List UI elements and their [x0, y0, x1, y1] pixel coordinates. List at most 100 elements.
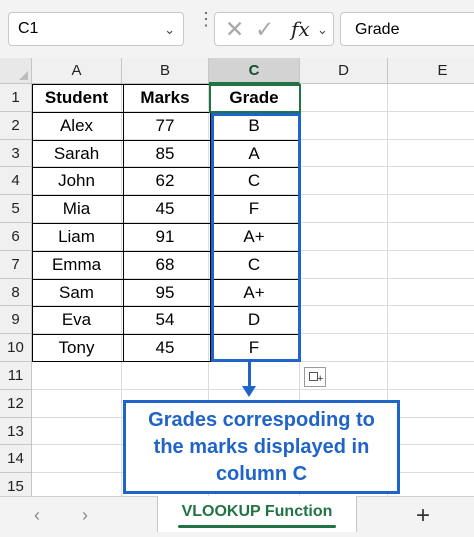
row-header-15[interactable]: 15 [0, 473, 32, 498]
row-header-13[interactable]: 13 [0, 417, 32, 446]
row-header-12[interactable]: 12 [0, 389, 32, 418]
chevron-left-icon[interactable]: ‹ [34, 505, 40, 526]
cell-d10[interactable] [300, 334, 388, 362]
row-header-10[interactable]: 10 [0, 334, 32, 362]
cell-b8[interactable]: 95 [122, 278, 209, 307]
cell-d2[interactable] [300, 111, 388, 140]
cell-a13[interactable] [32, 417, 122, 446]
cell-a1[interactable]: Student [32, 84, 122, 112]
cell-c7[interactable]: C [209, 250, 300, 279]
row-header-8[interactable]: 8 [0, 278, 32, 307]
row-header-9[interactable]: 9 [0, 306, 32, 335]
row-header-6[interactable]: 6 [0, 223, 32, 251]
name-box[interactable]: C1 ⌄ [8, 12, 184, 46]
cell-d7[interactable] [300, 250, 388, 279]
cell-c4[interactable]: C [209, 167, 300, 196]
insert-function-icon[interactable]: fx [291, 17, 310, 41]
cell-e1[interactable] [388, 84, 474, 112]
row-header-7[interactable]: 7 [0, 250, 32, 279]
column-header-e[interactable]: E [388, 58, 474, 84]
cell-a3[interactable]: Sarah [32, 139, 122, 168]
cell-e7[interactable] [388, 250, 474, 279]
row-header-14[interactable]: 14 [0, 445, 32, 474]
chevron-down-icon[interactable]: ⌄ [317, 22, 328, 38]
select-all-triangle-icon [19, 71, 28, 80]
cell-a4[interactable]: John [32, 167, 122, 196]
cell-b2[interactable]: 77 [122, 111, 209, 140]
cell-b6[interactable]: 91 [122, 223, 209, 251]
cell-e8[interactable] [388, 278, 474, 307]
cell-c3[interactable]: A [209, 139, 300, 168]
name-box-value: C1 [18, 20, 39, 37]
cell-e10[interactable] [388, 334, 474, 362]
cell-e11[interactable] [388, 362, 474, 390]
cell-e2[interactable] [388, 111, 474, 140]
cell-b9[interactable]: 54 [122, 306, 209, 335]
cell-a15[interactable] [32, 473, 122, 498]
cell-a8[interactable]: Sam [32, 278, 122, 307]
cell-c9[interactable]: D [209, 306, 300, 335]
cell-a12[interactable] [32, 389, 122, 418]
row-header-3[interactable]: 3 [0, 139, 32, 168]
row-header-11[interactable]: 11 [0, 362, 32, 390]
cell-d8[interactable] [300, 278, 388, 307]
cell-a14[interactable] [32, 445, 122, 474]
cell-e4[interactable] [388, 167, 474, 196]
formula-input[interactable]: Grade [340, 12, 474, 46]
enter-check-icon[interactable]: ✓ [255, 16, 274, 43]
cell-a2[interactable]: Alex [32, 111, 122, 140]
cell-b7[interactable]: 68 [122, 250, 209, 279]
cell-e15[interactable] [388, 473, 474, 498]
cancel-icon[interactable]: ✕ [225, 16, 244, 43]
column-header-b[interactable]: B [122, 58, 209, 84]
cell-e9[interactable] [388, 306, 474, 335]
cell-d5[interactable] [300, 195, 388, 223]
column-header-a[interactable]: A [32, 58, 122, 84]
cell-e3[interactable] [388, 139, 474, 168]
cell-a11[interactable] [32, 362, 122, 390]
cell-b11[interactable] [122, 362, 209, 390]
cell-e14[interactable] [388, 445, 474, 474]
cell-d9[interactable] [300, 306, 388, 335]
column-header-c[interactable]: C [209, 58, 300, 84]
cell-b4[interactable]: 62 [122, 167, 209, 196]
cell-b1[interactable]: Marks [122, 84, 209, 112]
cell-b3[interactable]: 85 [122, 139, 209, 168]
cell-b5[interactable]: 45 [122, 195, 209, 223]
row-header-2[interactable]: 2 [0, 111, 32, 140]
column-header-d[interactable]: D [300, 58, 388, 84]
sheet-tab-label: VLOOKUP Function [181, 503, 333, 520]
cell-c10[interactable]: F [209, 334, 300, 362]
cell-a6[interactable]: Liam [32, 223, 122, 251]
more-options-icon[interactable]: ⋮ [197, 10, 215, 28]
cell-d6[interactable] [300, 223, 388, 251]
cell-e6[interactable] [388, 223, 474, 251]
row-header-5[interactable]: 5 [0, 195, 32, 223]
cell-c1[interactable]: Grade [209, 84, 300, 112]
cell-c6[interactable]: A+ [209, 223, 300, 251]
row-header-1[interactable]: 1 [0, 84, 32, 112]
cell-d3[interactable] [300, 139, 388, 168]
row-header-4[interactable]: 4 [0, 167, 32, 196]
active-tab-underline [178, 525, 336, 528]
cell-d1[interactable] [300, 84, 388, 112]
add-sheet-button[interactable]: + [416, 502, 430, 530]
sheet-tab-vlookup-function[interactable]: VLOOKUP Function [157, 496, 357, 532]
chevron-down-icon[interactable]: ⌄ [164, 22, 175, 38]
cell-a9[interactable]: Eva [32, 306, 122, 335]
cell-a5[interactable]: Mia [32, 195, 122, 223]
cell-e5[interactable] [388, 195, 474, 223]
cell-a7[interactable]: Emma [32, 250, 122, 279]
cell-c5[interactable]: F [209, 195, 300, 223]
cell-d4[interactable] [300, 167, 388, 196]
select-all-corner[interactable] [0, 58, 32, 84]
cell-c8[interactable]: A+ [209, 278, 300, 307]
cell-e12[interactable] [388, 389, 474, 418]
quick-analysis-icon[interactable]: + [304, 367, 326, 387]
cell-a10[interactable]: Tony [32, 334, 122, 362]
chevron-right-icon[interactable]: › [82, 505, 88, 526]
spreadsheet-grid[interactable]: A B C D E 1 Student Marks Grade 2 Alex 77 B 3 Sarah 85 A… [0, 58, 474, 498]
cell-e13[interactable] [388, 417, 474, 446]
cell-c2[interactable]: B [209, 111, 300, 140]
cell-b10[interactable]: 45 [122, 334, 209, 362]
